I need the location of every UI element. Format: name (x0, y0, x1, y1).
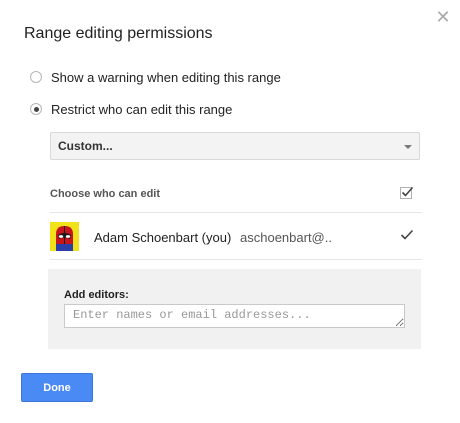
superhero-avatar-icon (50, 222, 79, 251)
editor-name: Adam Schoenbart (you) (94, 230, 232, 245)
option-show-warning-label: Show a warning when editing this range (51, 69, 281, 85)
done-button[interactable]: Done (21, 373, 93, 402)
restriction-select[interactable]: Custom... (50, 132, 420, 160)
option-restrict-editing-label: Restrict who can edit this range (51, 101, 233, 117)
add-editors-panel: Add editors: (48, 269, 421, 349)
restriction-select-value: Custom... (58, 139, 113, 153)
dialog-title: Range editing permissions (24, 25, 213, 42)
editor-email: aschoenbart@.. (240, 230, 332, 245)
select-all-checkbox[interactable] (400, 186, 414, 200)
option-restrict-editing[interactable]: Restrict who can edit this range (30, 100, 232, 118)
radio-restrict-editing[interactable] (30, 103, 42, 115)
close-icon[interactable]: ✕ (434, 8, 452, 26)
option-show-warning[interactable]: Show a warning when editing this range (30, 68, 281, 86)
chevron-down-icon (404, 145, 412, 149)
editor-checkbox[interactable] (400, 228, 414, 242)
choose-who-can-edit-label: Choose who can edit (50, 188, 161, 200)
divider (50, 212, 422, 213)
add-editors-input[interactable] (64, 304, 405, 328)
radio-show-warning[interactable] (30, 71, 42, 83)
divider (50, 259, 422, 260)
range-permissions-dialog: ✕ Range editing permissions Show a warni… (0, 0, 460, 423)
add-editors-label: Add editors: (64, 289, 129, 301)
